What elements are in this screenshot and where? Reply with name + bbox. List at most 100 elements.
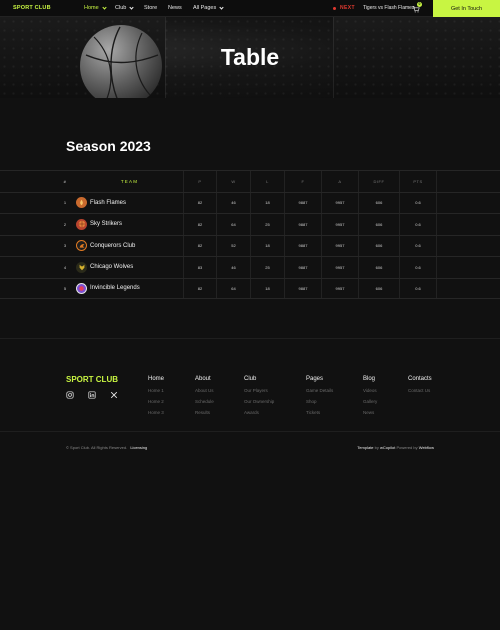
- cell-played: 82: [183, 278, 216, 298]
- cell-points: 0.6: [399, 192, 437, 213]
- footer-link[interactable]: Schedule: [195, 399, 214, 404]
- row-rank: 1: [63, 200, 67, 206]
- footer-col-title: Pages: [306, 376, 324, 382]
- cell-wins: 52: [216, 235, 250, 256]
- top-navbar: SPORT CLUB Home Club Store News All Page…: [0, 0, 500, 17]
- x-icon[interactable]: [110, 391, 118, 399]
- table-row[interactable]: 5 Invincible Legends 82 64 18 9887 9957 …: [0, 277, 500, 299]
- footer-col-pages: Pages Game Details Shop Tickets: [306, 376, 333, 421]
- footer-link[interactable]: Game Details: [306, 388, 333, 393]
- footer-link[interactable]: Tickets: [306, 410, 333, 415]
- footer-link[interactable]: Videos: [363, 388, 377, 393]
- team-name: Flash Flames: [90, 199, 127, 206]
- next-match[interactable]: NEXT Tigers vs Flash Flames: [333, 5, 414, 11]
- flame-logo-icon: [76, 197, 87, 209]
- cell-played: 83: [183, 257, 216, 278]
- get-in-touch-button[interactable]: Get In Touch: [433, 0, 500, 17]
- footer-link[interactable]: News: [363, 410, 377, 415]
- table-row[interactable]: 3 Conquerors Club 82 52 18 9887 9957 606…: [0, 234, 500, 257]
- cell-points: 0.6: [399, 257, 437, 278]
- nav-store[interactable]: Store: [144, 5, 157, 11]
- cell-losses: 18: [250, 192, 284, 213]
- team-cell[interactable]: Flash Flames: [72, 193, 183, 214]
- template-credit: Template by wCopilot Powered by Webflow: [357, 445, 434, 450]
- team-cell[interactable]: Invincible Legends: [72, 279, 183, 299]
- cell-points: 0.6: [399, 214, 437, 235]
- header-points: PTS: [399, 171, 437, 192]
- header-team: TEAM: [120, 178, 139, 184]
- footer-link[interactable]: Shop: [306, 399, 333, 404]
- cell-against: 9957: [321, 235, 358, 256]
- nav-home-label: Home: [84, 5, 99, 11]
- cell-against: 9957: [321, 257, 358, 278]
- footer-link[interactable]: Home 3: [148, 410, 164, 415]
- nav-home[interactable]: Home: [84, 4, 107, 11]
- cell-played: 82: [183, 192, 216, 213]
- cell-for: 9887: [284, 278, 321, 298]
- wolf-logo-icon: [76, 261, 87, 273]
- footer-link[interactable]: Our Ownership: [244, 399, 274, 404]
- team-name: Sky Strikers: [90, 221, 123, 228]
- next-match-title: Tigers vs Flash Flames: [362, 5, 415, 11]
- credit-author-link[interactable]: wCopilot: [380, 445, 395, 450]
- footer-link[interactable]: Gallery: [363, 399, 377, 404]
- footer-col-title: Blog: [363, 376, 376, 382]
- header-played: P: [183, 171, 216, 192]
- chevron-down-icon: [129, 4, 134, 10]
- nav-all-pages-label: All Pages: [193, 5, 217, 11]
- footer-col-contacts: Contacts Contact Us: [408, 376, 432, 399]
- footer-col-club: Club Our Players Our Ownership Awards: [244, 376, 274, 421]
- season-title: Season 2023: [66, 138, 151, 154]
- footer-col-blog: Blog Videos Gallery News: [363, 376, 377, 421]
- footer-link[interactable]: Home 1: [148, 388, 164, 393]
- nav-club-label: Club: [115, 5, 127, 11]
- cell-diff: 606: [358, 235, 399, 256]
- footer-link[interactable]: About Us: [195, 388, 214, 393]
- table-row[interactable]: 2 Sky Strikers 82 64 25 9887 9957 606 0.…: [0, 213, 500, 235]
- nav-club[interactable]: Club: [115, 4, 134, 11]
- cell-points: 0.6: [399, 278, 437, 298]
- cell-against: 9957: [321, 192, 358, 213]
- footer-link[interactable]: Our Players: [244, 388, 274, 393]
- site-logo[interactable]: SPORT CLUB: [13, 5, 51, 11]
- credit-platform-link[interactable]: Webflow: [419, 445, 434, 450]
- nav-news[interactable]: News: [168, 5, 182, 11]
- row-rank: 2: [63, 221, 67, 227]
- footer-link[interactable]: Results: [195, 410, 214, 415]
- legends-logo-icon: [76, 282, 87, 294]
- header-against: A: [321, 171, 358, 192]
- row-rank: 3: [63, 243, 67, 249]
- instagram-icon[interactable]: [66, 391, 74, 399]
- table-header-row: # TEAM P W L F A DIFF PTS: [0, 170, 500, 192]
- copyright: © Sport Club. All Rights Reserved. Licen…: [66, 445, 147, 450]
- footer-link[interactable]: Contact Us: [408, 388, 432, 393]
- cell-against: 9957: [321, 214, 358, 235]
- table-row[interactable]: 1 Flash Flames 82 46 18 9887 9957 606 0.…: [0, 191, 500, 214]
- copyright-text: © Sport Club. All Rights Reserved.: [66, 445, 128, 450]
- basketball-logo-icon: [76, 218, 87, 230]
- chevron-down-icon: [102, 4, 107, 10]
- cell-wins: 64: [216, 278, 250, 298]
- cell-for: 9887: [284, 192, 321, 213]
- footer-link[interactable]: Home 2: [148, 399, 164, 404]
- cell-diff: 606: [358, 257, 399, 278]
- cell-losses: 18: [250, 235, 284, 256]
- team-cell[interactable]: Chicago Wolves: [72, 257, 183, 278]
- cell-wins: 64: [216, 214, 250, 235]
- cell-losses: 18: [250, 278, 284, 298]
- team-name: Chicago Wolves: [90, 264, 134, 271]
- nav-store-label: Store: [144, 5, 158, 11]
- table-row[interactable]: 4 Chicago Wolves 83 46 25 9887 9957 606 …: [0, 256, 500, 278]
- footer-col-home: Home Home 1 Home 2 Home 3: [148, 376, 164, 421]
- standings-table: # TEAM P W L F A DIFF PTS 1 Flash Flames…: [0, 170, 500, 299]
- linkedin-icon[interactable]: [88, 391, 96, 399]
- nav-all-pages[interactable]: All Pages: [193, 4, 224, 11]
- header-losses: L: [250, 171, 284, 192]
- licensing-link[interactable]: Licensing: [130, 445, 147, 450]
- footer-link[interactable]: Awards: [244, 410, 274, 415]
- footer-logo[interactable]: SPORT CLUB: [66, 375, 118, 384]
- team-cell[interactable]: Conquerors Club: [72, 236, 183, 257]
- team-cell[interactable]: Sky Strikers: [72, 214, 183, 235]
- cell-points: 0.6: [399, 235, 437, 256]
- cell-played: 82: [183, 214, 216, 235]
